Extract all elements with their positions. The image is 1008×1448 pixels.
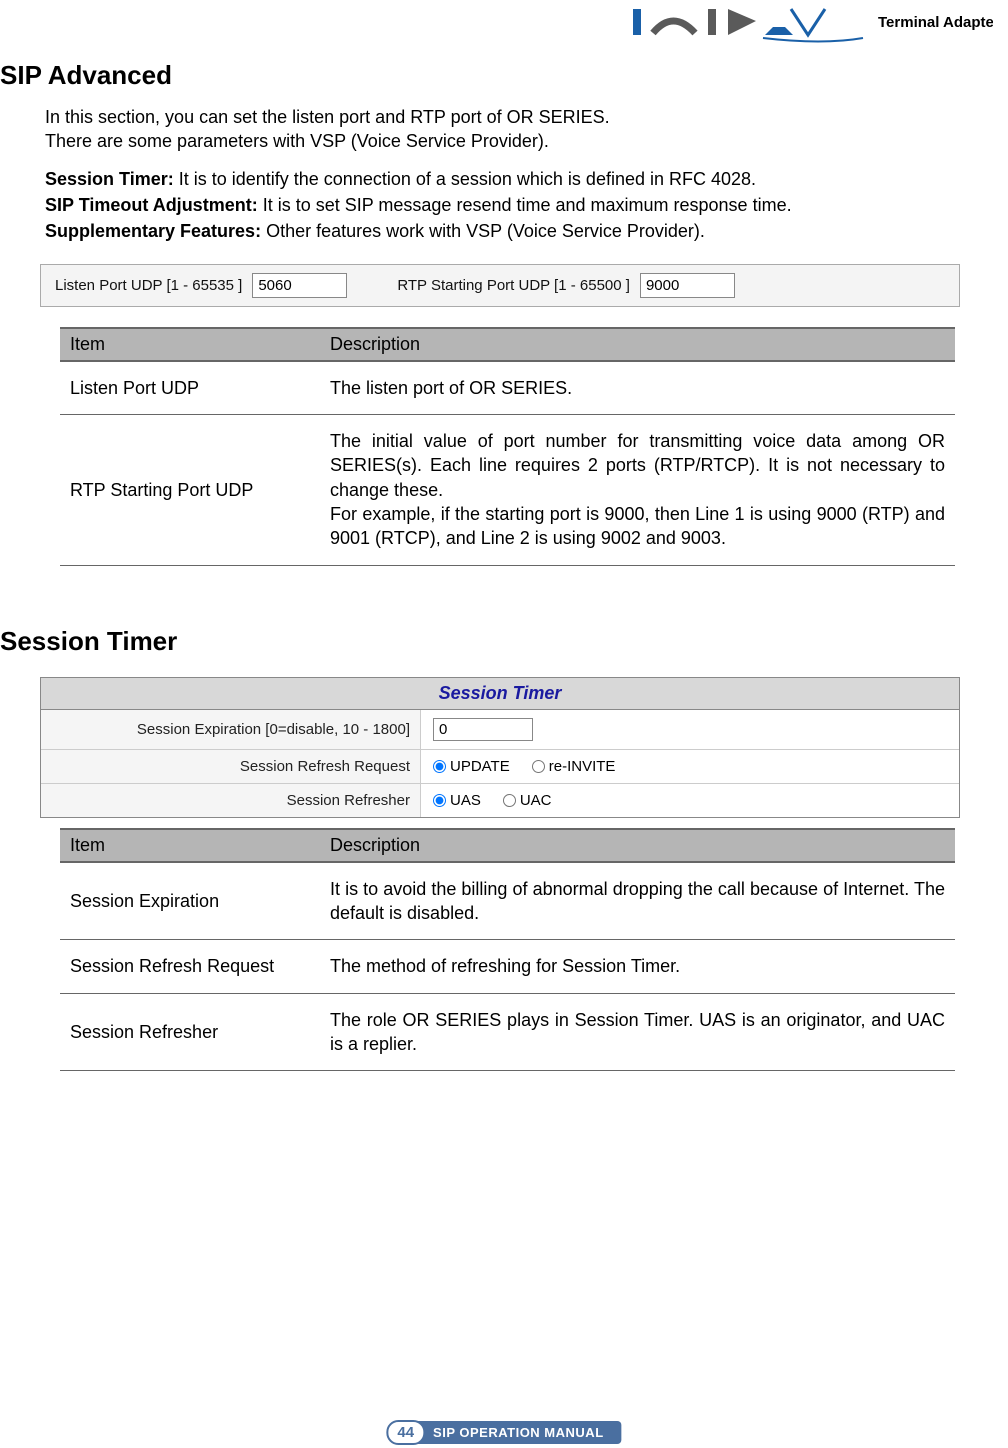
table2-r0-item: Session Expiration xyxy=(60,862,320,940)
table-row: RTP Starting Port UDP The initial value … xyxy=(60,415,955,565)
table1-r1-item: RTP Starting Port UDP xyxy=(60,415,320,565)
intro-line-2: There are some parameters with VSP (Voic… xyxy=(45,129,978,153)
session-refresh-request-label: Session Refresh Request xyxy=(41,750,421,783)
session-timer-form: Session Timer Session Expiration [0=disa… xyxy=(40,677,960,818)
brand-logo: Terminal Adapter xyxy=(633,5,993,43)
ports-desc-table: Item Description Listen Port UDP The lis… xyxy=(60,327,955,566)
def-supplementary: Supplementary Features: Other features w… xyxy=(45,218,978,244)
page-number: 44 xyxy=(386,1420,425,1445)
page-footer: 44 SIP OPERATION MANUAL xyxy=(386,1420,621,1445)
table2-header-item: Item xyxy=(60,829,320,862)
radio-update[interactable]: UPDATE xyxy=(433,758,510,775)
rtp-port-label: RTP Starting Port UDP [1 - 65500 ] xyxy=(397,277,630,294)
session-expiration-input[interactable] xyxy=(433,718,533,741)
section-session-timer: Session Timer xyxy=(0,626,978,657)
page-title: SIP Advanced xyxy=(0,60,978,91)
table1-header-desc: Description xyxy=(320,328,955,361)
table-row: Session Refresher The role OR SERIES pla… xyxy=(60,993,955,1071)
radio-reinvite[interactable]: re-INVITE xyxy=(532,758,616,775)
table2-r2-desc: The role OR SERIES plays in Session Time… xyxy=(320,993,955,1071)
table2-r1-item: Session Refresh Request xyxy=(60,940,320,993)
ports-form: Listen Port UDP [1 - 65535 ] RTP Startin… xyxy=(40,264,960,307)
table1-header-item: Item xyxy=(60,328,320,361)
table-row: Session Refresh Request The method of re… xyxy=(60,940,955,993)
manual-label: SIP OPERATION MANUAL xyxy=(411,1421,622,1444)
table2-r1-desc: The method of refreshing for Session Tim… xyxy=(320,940,955,993)
radio-uac[interactable]: UAC xyxy=(503,792,552,809)
radio-uas[interactable]: UAS xyxy=(433,792,481,809)
session-timer-title: Session Timer xyxy=(41,678,959,710)
def-session-timer: Session Timer: It is to identify the con… xyxy=(45,166,978,192)
table-row: Listen Port UDP The listen port of OR SE… xyxy=(60,361,955,415)
table1-r0-desc: The listen port of OR SERIES. xyxy=(320,361,955,415)
table-row: Session Expiration It is to avoid the bi… xyxy=(60,862,955,940)
rtp-port-input[interactable] xyxy=(640,273,735,298)
def-sip-timeout: SIP Timeout Adjustment: It is to set SIP… xyxy=(45,192,978,218)
table1-r0-item: Listen Port UDP xyxy=(60,361,320,415)
intro-line-1: In this section, you can set the listen … xyxy=(45,105,978,129)
listen-port-input[interactable] xyxy=(252,273,347,298)
svg-text:Terminal Adapter: Terminal Adapter xyxy=(878,14,993,31)
table1-r1-desc: The initial value of port number for tra… xyxy=(320,415,955,565)
listen-port-label: Listen Port UDP [1 - 65535 ] xyxy=(55,277,242,294)
session-expiration-label: Session Expiration [0=disable, 10 - 1800… xyxy=(41,713,421,746)
table2-header-desc: Description xyxy=(320,829,955,862)
session-refresher-label: Session Refresher xyxy=(41,784,421,817)
table2-r0-desc: It is to avoid the billing of abnormal d… xyxy=(320,862,955,940)
session-desc-table: Item Description Session Expiration It i… xyxy=(60,828,955,1071)
table2-r2-item: Session Refresher xyxy=(60,993,320,1071)
